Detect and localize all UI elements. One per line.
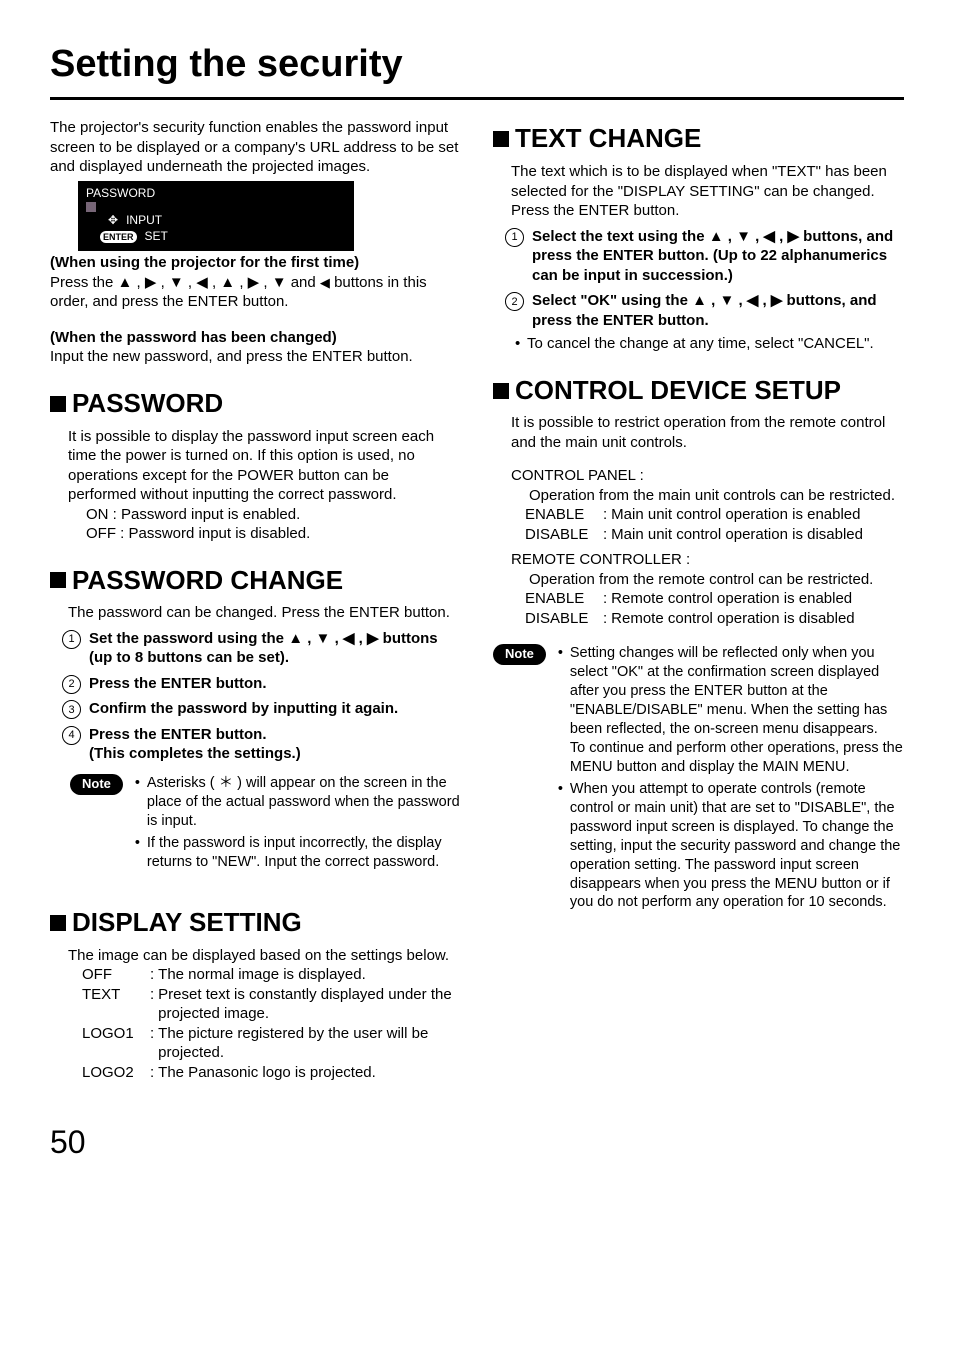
- step-number-icon: 3: [62, 700, 81, 719]
- step-number-icon: 1: [505, 228, 524, 247]
- pwchange-step-3: 3 Confirm the password by inputting it a…: [62, 699, 461, 719]
- note-item: When you attempt to operate controls (re…: [570, 780, 904, 912]
- section-password-change: PASSWORD CHANGE: [50, 564, 461, 598]
- section-password: PASSWORD: [50, 387, 461, 421]
- rc-disable: DISABLE:Remote control operation is disa…: [525, 609, 904, 629]
- square-bullet-icon: [493, 383, 509, 399]
- step-number-icon: 2: [505, 292, 524, 311]
- cursor-icon: [86, 202, 96, 212]
- first-time-body: Press the ▲ , ▶ , ▼ , ◀ , ▲ , ▶ , ▼ and …: [50, 273, 461, 312]
- osd-set: SET: [145, 228, 168, 245]
- display-off: OFF:The normal image is displayed.: [82, 965, 461, 985]
- note-item: If the password is input incorrectly, th…: [147, 834, 461, 872]
- right-column: TEXT CHANGE The text which is to be disp…: [493, 118, 904, 1082]
- osd-password-screen: PASSWORD ✥ INPUT ENTER SET: [78, 181, 354, 251]
- page-number: 50: [50, 1122, 904, 1164]
- left-column: The projector's security function enable…: [50, 118, 461, 1082]
- first-time-heading: (When using the projector for the first …: [50, 253, 461, 273]
- osd-input: INPUT: [126, 212, 162, 229]
- text-change-cancel: To cancel the change at any time, select…: [527, 334, 904, 354]
- remote-controller-heading: REMOTE CONTROLLER :: [511, 550, 904, 570]
- password-on: ON : Password input is enabled.: [86, 505, 461, 525]
- password-body: It is possible to display the password i…: [68, 427, 461, 505]
- password-change-body: The password can be changed. Press the E…: [68, 603, 461, 623]
- note-badge: Note: [70, 774, 123, 795]
- note-block: Note Setting changes will be reflected o…: [493, 644, 904, 916]
- pwchange-step-1: 1 Set the password using the ▲ , ▼ , ◀ ,…: [62, 629, 461, 668]
- step-number-icon: 4: [62, 726, 81, 745]
- square-bullet-icon: [50, 915, 66, 931]
- password-off: OFF : Password input is disabled.: [86, 524, 461, 544]
- page-title: Setting the security: [50, 40, 904, 100]
- remote-controller-body: Operation from the remote control can be…: [529, 570, 904, 590]
- textchange-step-2: 2 Select "OK" using the ▲ , ▼ , ◀ , ▶ bu…: [505, 291, 904, 330]
- step-number-icon: 1: [62, 630, 81, 649]
- note-item: Asterisks ( ＊ ) will appear on the scree…: [147, 774, 461, 831]
- text-change-body: The text which is to be displayed when "…: [511, 162, 904, 221]
- display-logo2: LOGO2:The Panasonic logo is projected.: [82, 1063, 461, 1083]
- display-text: TEXT:Preset text is constantly displayed…: [82, 985, 461, 1024]
- step-number-icon: 2: [62, 675, 81, 694]
- section-control-device: CONTROL DEVICE SETUP: [493, 374, 904, 408]
- changed-body: Input the new password, and press the EN…: [50, 347, 461, 367]
- square-bullet-icon: [493, 131, 509, 147]
- section-text-change: TEXT CHANGE: [493, 122, 904, 156]
- rc-enable: ENABLE:Remote control operation is enabl…: [525, 589, 904, 609]
- control-panel-heading: CONTROL PANEL :: [511, 466, 904, 486]
- square-bullet-icon: [50, 396, 66, 412]
- intro-text: The projector's security function enable…: [50, 118, 461, 177]
- cp-enable: ENABLE:Main unit control operation is en…: [525, 505, 904, 525]
- section-display-setting: DISPLAY SETTING: [50, 906, 461, 940]
- osd-title: PASSWORD: [86, 185, 346, 202]
- note-item: Setting changes will be reflected only w…: [570, 644, 904, 776]
- pwchange-step-4: 4 Press the ENTER button.(This completes…: [62, 725, 461, 764]
- display-logo1: LOGO1:The picture registered by the user…: [82, 1024, 461, 1063]
- cp-disable: DISABLE:Main unit control operation is d…: [525, 525, 904, 545]
- note-badge: Note: [493, 644, 546, 665]
- arrows-icon: ✥: [108, 212, 118, 229]
- control-panel-body: Operation from the main unit controls ca…: [529, 486, 904, 506]
- note-block: Note Asterisks ( ＊ ) will appear on the …: [70, 774, 461, 876]
- square-bullet-icon: [50, 572, 66, 588]
- arrow-sequence: ▲ , ▶ , ▼ , ◀ , ▲ , ▶ , ▼: [118, 273, 287, 293]
- pwchange-step-2: 2 Press the ENTER button.: [62, 674, 461, 694]
- changed-heading: (When the password has been changed): [50, 328, 461, 348]
- display-setting-body: The image can be displayed based on the …: [68, 946, 461, 966]
- enter-icon: ENTER: [100, 231, 137, 244]
- control-device-body: It is possible to restrict operation fro…: [511, 413, 904, 452]
- textchange-step-1: 1 Select the text using the ▲ , ▼ , ◀ , …: [505, 227, 904, 286]
